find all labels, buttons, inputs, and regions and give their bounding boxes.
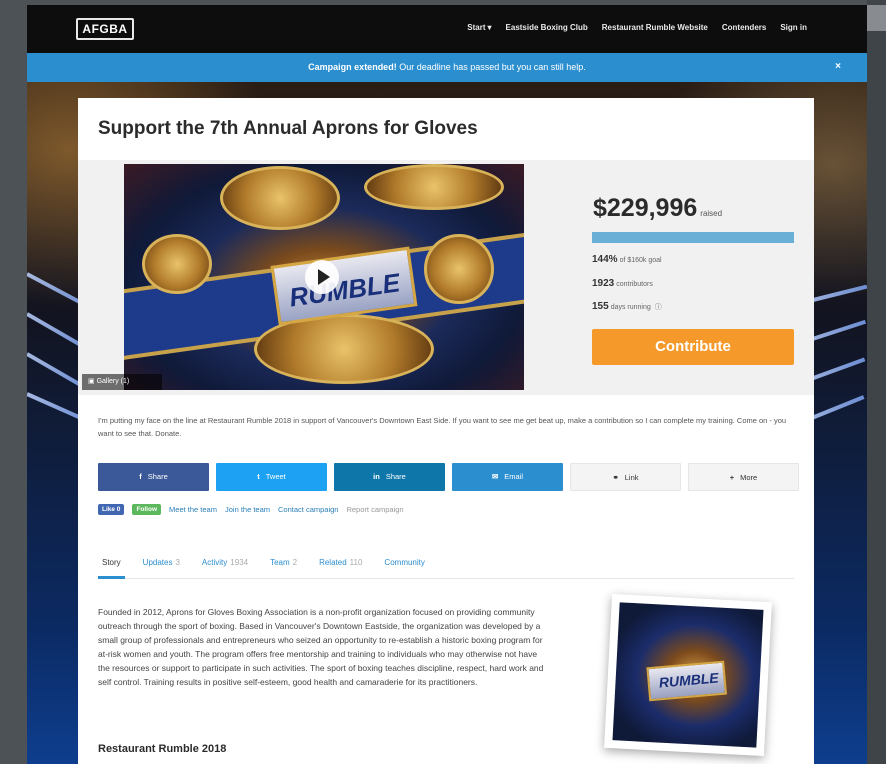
campaign-pitch: I'm putting my face on the line at Resta…	[98, 416, 787, 438]
report-campaign-link[interactable]: Report campaign	[346, 505, 403, 514]
share-buttons: f Share t Tweet in Share ✉ Email ⚭ Link + More	[98, 463, 799, 491]
email-share-button[interactable]: ✉ Email	[452, 463, 563, 491]
social-row: Like 0 Follow Meet the team Join the tea…	[98, 504, 404, 515]
linkedin-icon: in	[373, 472, 380, 481]
info-icon[interactable]: ⓘ	[653, 304, 662, 311]
linkedin-share-button[interactable]: in Share	[334, 463, 445, 491]
campaign-card: Support the 7th Annual Aprons for Gloves…	[78, 98, 814, 764]
nav-start[interactable]: Start	[467, 23, 485, 32]
nav-start-chevron-icon: ▾	[487, 23, 492, 32]
nav-sign-in[interactable]: Sign in	[780, 23, 807, 32]
story-photo[interactable]: RUMBLE	[604, 593, 772, 757]
story-heading: Restaurant Rumble 2018	[98, 743, 227, 755]
top-navigation: AFGBA Start ▾ Eastside Boxing Club Resta…	[27, 5, 867, 53]
story-body: Founded in 2012, Aprons for Gloves Boxin…	[98, 607, 544, 687]
belt-plate-text: RUMBLE	[287, 267, 402, 313]
follow-button[interactable]: Follow	[132, 504, 162, 515]
tab-activity[interactable]: Activity 1934	[198, 553, 252, 579]
join-the-team-link[interactable]: Join the team	[225, 505, 270, 514]
right-edge-strip	[867, 0, 886, 764]
tab-community[interactable]: Community	[380, 553, 428, 579]
tab-team[interactable]: Team 2	[266, 553, 301, 579]
nav-links: Start ▾ Eastside Boxing Club Restaurant …	[467, 23, 807, 32]
nav-eastside-boxing-club[interactable]: Eastside Boxing Club	[506, 23, 588, 32]
percent-of-goal: 144% of $160k goal	[592, 254, 662, 265]
banner-message: Campaign extended! Our deadline has pass…	[308, 62, 586, 72]
tab-related[interactable]: Related 110	[315, 553, 366, 579]
browser-frame: AFGBA Start ▾ Eastside Boxing Club Resta…	[27, 5, 867, 764]
facebook-icon: f	[139, 472, 142, 481]
play-icon[interactable]	[305, 260, 339, 294]
content-tabs: Story Updates 3 Activity 1934 Team 2 Relate…	[98, 553, 794, 579]
page-title: Support the 7th Annual Aprons for Gloves	[98, 118, 478, 139]
link-icon: ⚭	[612, 473, 619, 482]
link-share-button[interactable]: ⚭ Link	[570, 463, 681, 491]
facebook-share-button[interactable]: f Share	[98, 463, 209, 491]
mail-icon: ✉	[491, 472, 499, 481]
afgba-logo[interactable]: AFGBA	[76, 18, 134, 40]
more-share-button[interactable]: + More	[688, 463, 799, 491]
contribute-button[interactable]: Contribute	[592, 329, 794, 365]
contact-campaign-link[interactable]: Contact campaign	[278, 505, 338, 514]
tab-story[interactable]: Story	[98, 553, 125, 579]
gallery-button[interactable]: Gallery (1)	[82, 374, 162, 390]
funding-progress-bar	[592, 232, 794, 243]
campaign-video[interactable]: RUMBLE	[124, 164, 524, 390]
nav-restaurant-rumble-website[interactable]: Restaurant Rumble Website	[602, 23, 708, 32]
contributors-count: 1923 contributors	[592, 278, 653, 289]
plus-icon: +	[729, 473, 735, 482]
raised-amount: $229,996 raised	[593, 194, 723, 222]
facebook-like-button[interactable]: Like 0	[98, 504, 125, 515]
twitter-tweet-button[interactable]: t Tweet	[216, 463, 327, 491]
close-icon[interactable]: ×	[835, 61, 841, 72]
twitter-icon: t	[257, 472, 260, 481]
nav-contenders[interactable]: Contenders	[722, 23, 766, 32]
days-running: 155 days running ⓘ	[592, 301, 662, 312]
meet-the-team-link[interactable]: Meet the team	[169, 505, 217, 514]
tab-updates[interactable]: Updates 3	[139, 553, 184, 579]
campaign-banner: Campaign extended! Our deadline has pass…	[27, 53, 867, 82]
